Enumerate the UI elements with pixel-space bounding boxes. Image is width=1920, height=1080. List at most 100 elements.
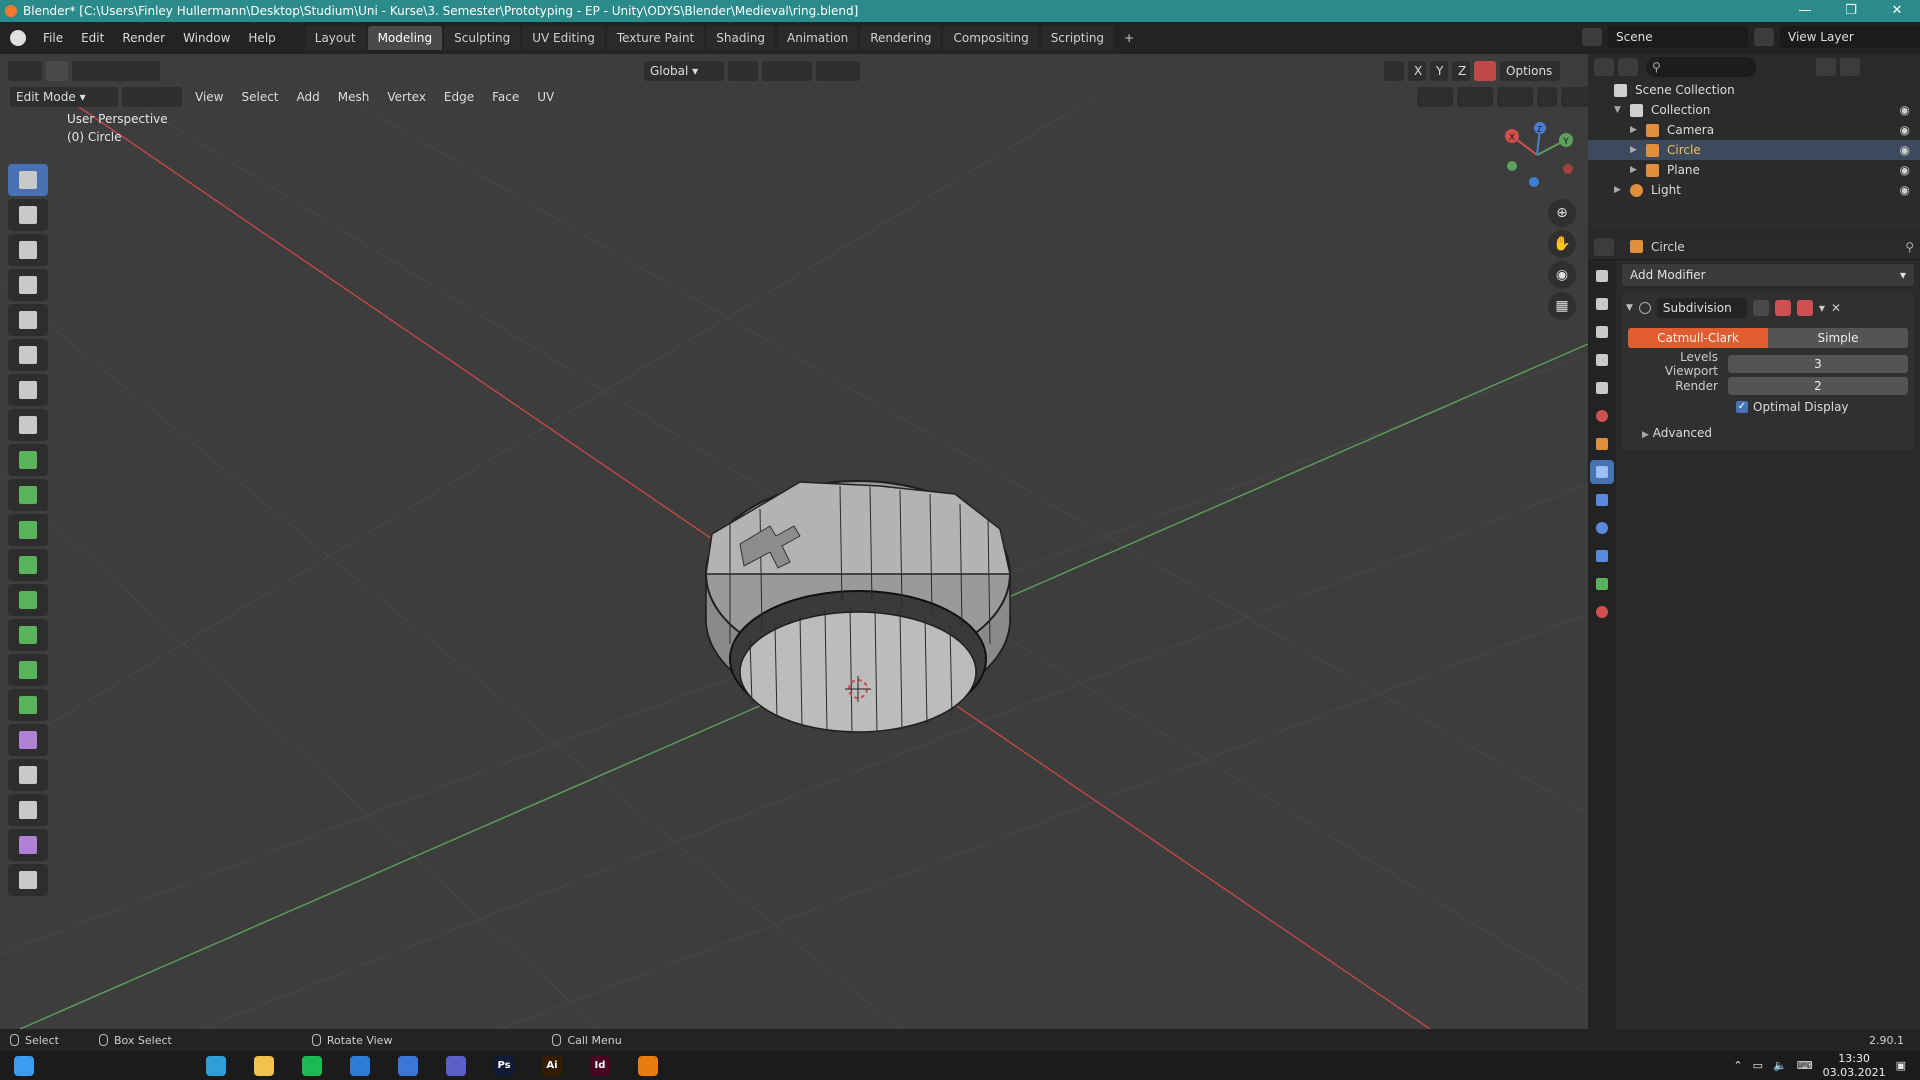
visibility-icon[interactable]	[1417, 87, 1454, 107]
pin-icon[interactable]: ⚲	[1905, 240, 1914, 254]
notification-icon[interactable]: ▣	[1896, 1059, 1906, 1072]
tab-layout[interactable]: Layout	[304, 26, 366, 50]
data-icon[interactable]	[1590, 572, 1614, 596]
tab-compositing[interactable]: Compositing	[943, 26, 1039, 50]
editor-type-icon[interactable]	[8, 61, 42, 81]
menu-view[interactable]: View	[186, 90, 232, 104]
select-tool-icon[interactable]	[46, 61, 68, 81]
illustrator-icon[interactable]: Ai	[528, 1051, 576, 1080]
add-cube-icon[interactable]	[8, 444, 48, 476]
auto-merge-icon[interactable]	[1474, 61, 1496, 81]
navigation-gizmo[interactable]: X Y Z	[1496, 114, 1578, 196]
bevel-icon[interactable]	[8, 549, 48, 581]
blender-menu-icon[interactable]	[10, 30, 26, 46]
expand-icon[interactable]: ▼	[1614, 105, 1624, 115]
constraints-icon[interactable]	[1590, 544, 1614, 568]
new-collection-icon[interactable]	[1840, 58, 1860, 76]
simple-button[interactable]: Simple	[1768, 328, 1908, 348]
tab-rendering[interactable]: Rendering	[860, 26, 942, 50]
mode-dropdown[interactable]: Edit Mode ▾	[10, 87, 118, 107]
menu-add[interactable]: Add	[288, 90, 329, 104]
outliner-search[interactable]: ⚲	[1646, 57, 1756, 77]
restore-button[interactable]: ❐	[1828, 0, 1874, 22]
modifier-name-field[interactable]: Subdivision	[1656, 298, 1747, 318]
tab-shading[interactable]: Shading	[706, 26, 775, 50]
add-modifier-dropdown[interactable]: Add Modifier ▾	[1622, 264, 1914, 286]
rotate-icon[interactable]	[8, 269, 48, 301]
render-toggle-icon[interactable]	[1796, 300, 1813, 316]
view-layer-field[interactable]: View Layer	[1780, 26, 1920, 48]
viewport-toggle-icon[interactable]	[1774, 300, 1791, 316]
extrude-region-icon[interactable]	[8, 479, 48, 511]
mirror-icon[interactable]	[1384, 61, 1404, 81]
minimize-button[interactable]: —	[1782, 0, 1828, 22]
remove-modifier-icon[interactable]: ✕	[1831, 301, 1841, 315]
menu-render[interactable]: Render	[113, 22, 174, 54]
output-icon[interactable]	[1590, 320, 1614, 344]
modifier-icon[interactable]	[1590, 460, 1614, 484]
render-icon[interactable]	[1590, 292, 1614, 316]
cursor-icon[interactable]	[8, 199, 48, 231]
move-icon[interactable]	[8, 234, 48, 266]
eye-icon[interactable]: ◉	[1900, 183, 1910, 197]
keyboard-icon[interactable]: ⌨	[1797, 1059, 1813, 1072]
edge-icon[interactable]	[192, 1051, 240, 1080]
pivot-icon[interactable]	[728, 61, 758, 81]
outliner-editor-icon[interactable]	[1594, 58, 1614, 76]
axis-y-toggle[interactable]: Y	[1430, 61, 1448, 81]
filter-icon[interactable]	[1816, 58, 1836, 76]
eye-icon[interactable]: ◉	[1900, 103, 1910, 117]
cortana-icon[interactable]	[96, 1051, 144, 1080]
blender-icon[interactable]	[624, 1051, 672, 1080]
modifier-menu-icon[interactable]: ▾	[1819, 301, 1825, 315]
outliner-item-collection[interactable]: ▼ Collection ◉	[1588, 100, 1920, 120]
render-levels-field[interactable]: 2	[1728, 377, 1908, 395]
spin-icon[interactable]	[8, 689, 48, 721]
loop-cut-icon[interactable]	[8, 584, 48, 616]
menu-edit[interactable]: Edit	[72, 22, 113, 54]
tab-texture-paint[interactable]: Texture Paint	[606, 26, 705, 50]
proportional-edit-icon[interactable]	[816, 61, 860, 81]
eye-icon[interactable]: ◉	[1900, 163, 1910, 177]
tool-icon[interactable]	[1590, 264, 1614, 288]
catmull-clark-button[interactable]: Catmull-Clark	[1628, 328, 1768, 348]
knife-icon[interactable]	[8, 619, 48, 651]
expand-icon[interactable]: ▶	[1630, 145, 1640, 155]
scene-collection-row[interactable]: Scene Collection	[1588, 80, 1920, 100]
explorer-icon[interactable]	[240, 1051, 288, 1080]
menu-edge[interactable]: Edge	[435, 90, 483, 104]
object-icon[interactable]	[1590, 432, 1614, 456]
photoshop-icon[interactable]: Ps	[480, 1051, 528, 1080]
outliner-item-circle[interactable]: ▶ Circle ◉	[1588, 140, 1920, 160]
3d-viewport[interactable]: Global ▾ X Y Z Options Edit Mode ▾ View …	[0, 54, 1588, 1029]
optimal-display-checkbox[interactable]: ✓	[1736, 401, 1748, 413]
eye-icon[interactable]: ◉	[1900, 123, 1910, 137]
tab-animation[interactable]: Animation	[777, 26, 859, 50]
teams-icon[interactable]	[432, 1051, 480, 1080]
close-button[interactable]: ✕	[1874, 0, 1920, 22]
measure-icon[interactable]	[8, 409, 48, 441]
options-dropdown[interactable]: Options	[1500, 61, 1560, 81]
outliner-item-plane[interactable]: ▶ Plane ◉	[1588, 160, 1920, 180]
windows-start-icon[interactable]	[0, 1051, 48, 1080]
snap-icon[interactable]	[762, 61, 812, 81]
select-mode-icons[interactable]	[72, 61, 160, 81]
search-icon[interactable]	[48, 1051, 96, 1080]
camera-view-icon[interactable]: ◉	[1548, 261, 1576, 289]
axis-z-toggle[interactable]: Z	[1452, 61, 1470, 81]
pan-hand-icon[interactable]: ✋	[1548, 230, 1576, 258]
select-box-icon[interactable]	[8, 164, 48, 196]
indesign-icon[interactable]: Id	[576, 1051, 624, 1080]
view-layer-icon[interactable]	[1754, 28, 1774, 46]
menu-face[interactable]: Face	[483, 90, 528, 104]
zoom-icon[interactable]: ⊕	[1548, 199, 1576, 227]
scene-icon[interactable]	[1582, 28, 1602, 46]
levels-viewport-field[interactable]: 3	[1728, 355, 1908, 373]
tab-scripting[interactable]: Scripting	[1040, 26, 1115, 50]
rip-region-icon[interactable]	[8, 864, 48, 896]
menu-uv[interactable]: UV	[528, 90, 563, 104]
scene-icon[interactable]	[1590, 376, 1614, 400]
properties-editor-icon[interactable]	[1594, 237, 1614, 256]
scale-icon[interactable]	[8, 304, 48, 336]
xray-icon[interactable]	[1537, 87, 1558, 107]
